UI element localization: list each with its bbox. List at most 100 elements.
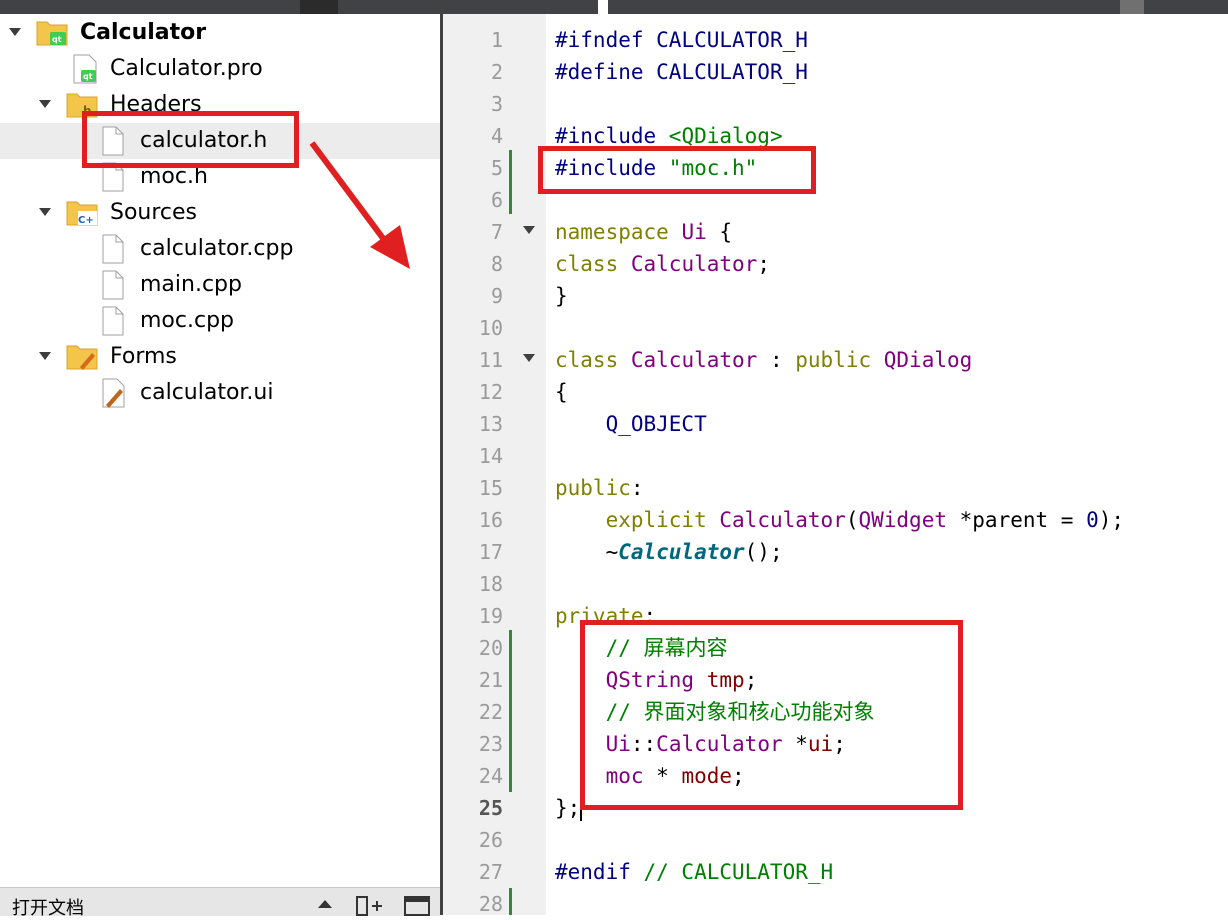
code-token: class [555,252,619,276]
code-token: #ifndef [555,28,644,52]
tree-file-label: calculator.ui [140,380,274,405]
line-number: 17 [478,540,503,564]
fold-arrow-icon[interactable] [523,354,535,362]
expand-arrow-icon[interactable] [9,28,21,36]
qt-project-folder-icon: qt [36,21,68,46]
line-number: 16 [478,508,503,532]
code-token: { [555,380,568,404]
code-line[interactable]: namespace Ui { [555,216,732,248]
code-token: Calculator [630,348,758,372]
code-token: (); [744,540,783,564]
code-token: ~ [555,540,619,564]
svg-text:qt: qt [52,35,62,44]
file-icon [102,306,124,336]
code-token: ( [845,508,859,532]
tree-project-label: Calculator [80,20,207,45]
code-token: <QDialog> [656,124,783,148]
code-line[interactable]: { [555,376,568,408]
line-number: 11 [478,348,503,372]
line-number: 4 [490,124,503,148]
code-line[interactable]: #ifndef CALCULATOR_H [555,24,808,56]
line-number: 19 [478,604,503,628]
line-number: 8 [490,252,503,276]
toolbar-button[interactable] [1120,0,1144,14]
code-token: class [555,348,619,372]
tree-pro-label: Calculator.pro [110,56,263,81]
line-number: 12 [478,380,503,404]
expand-arrow-icon[interactable] [39,208,51,216]
code-token: Q_OBJECT [555,412,707,436]
code-line[interactable]: }; [555,792,583,824]
code-token: namespace [555,220,669,244]
split-add-icon[interactable] [356,896,384,916]
code-token: Ui [681,220,707,244]
svg-text:C+: C+ [78,215,94,226]
code-token: { [706,220,733,244]
qt-pro-file-icon: qt [73,54,97,84]
line-number: 18 [478,572,503,596]
open-documents-label: 打开文档 [12,898,84,919]
file-icon [102,234,124,264]
expand-arrow-icon[interactable] [39,352,51,360]
modified-line-marker [509,150,512,214]
expand-arrow-icon[interactable] [39,100,51,108]
tree-forms-label: Forms [110,344,177,369]
source-folder-icon: C+ [66,201,98,226]
forms-folder-icon [66,345,98,370]
file-icon [102,270,124,300]
tree-file-label: calculator.cpp [140,236,294,261]
code-line[interactable]: } [555,280,568,312]
line-number: 26 [478,828,503,852]
code-token: public [555,476,631,500]
open-documents-bar[interactable]: 打开文档 [0,887,440,919]
code-line[interactable]: public: [555,472,644,504]
line-number: 20 [478,636,503,660]
code-token: Calculator [618,540,745,564]
code-line[interactable]: #define CALCULATOR_H [555,56,808,88]
line-number: 21 [478,668,503,692]
annotation-box-calculator-h [82,111,299,168]
annotation-box-private-members [580,620,963,810]
code-line[interactable]: class Calculator; [555,248,770,280]
code-token: ); [1098,508,1125,532]
code-token: ; [757,252,770,276]
annotation-arrow-icon [309,141,410,269]
code-line[interactable]: explicit Calculator(QWidget *parent = 0)… [555,504,1124,536]
code-line[interactable]: Q_OBJECT [555,408,707,440]
annotation-box-include-moc [538,146,816,194]
code-token: #define [555,60,644,84]
line-number: 23 [478,732,503,756]
sort-up-icon[interactable] [318,898,332,908]
tree-sources-label: Sources [110,200,198,225]
close-panel-icon[interactable] [404,896,430,916]
code-token: #include [555,124,657,148]
tree-file-label: main.cpp [140,272,242,297]
code-token: : [757,348,796,372]
line-number: 15 [478,476,503,500]
ui-file-icon [102,378,125,408]
code-line[interactable]: #endif // CALCULATOR_H [555,856,833,888]
code-token: CALCULATOR_H [643,60,808,84]
line-number: 7 [490,220,503,244]
code-line[interactable]: ~Calculator(); [555,536,783,568]
fold-arrow-icon[interactable] [523,226,535,234]
toolbar-button[interactable] [598,0,608,14]
code-token: QDialog [883,348,973,372]
code-token: public [795,348,872,372]
line-number: 1 [490,28,503,52]
line-number-gutter: 1 2 3 4 5 6 7 8 9 10 11 12 13 14 15 16 1… [443,14,546,916]
code-token: } [555,284,568,308]
code-line[interactable]: class Calculator : public QDialog [555,344,972,376]
line-number: 2 [490,60,503,84]
code-token: // CALCULATOR_H [630,860,834,884]
toolbar-button[interactable] [300,0,338,14]
code-token: *parent = [947,508,1087,532]
code-token: QWidget [858,508,947,532]
line-number: 5 [490,156,503,180]
line-number: 24 [478,764,503,788]
